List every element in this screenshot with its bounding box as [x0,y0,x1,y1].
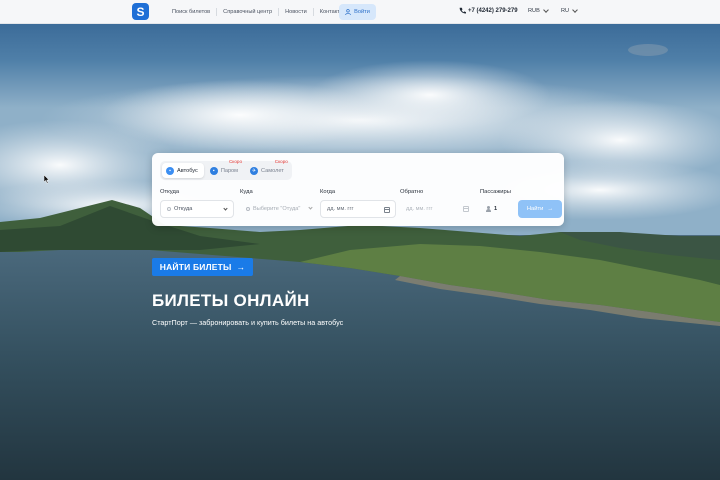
mouse-cursor-icon [44,175,50,184]
to-placeholder: Выберите "Отуда" [253,206,301,212]
language-value: RU [561,8,570,14]
main-nav: Поиск билетов Справочный центр Новости К… [166,0,350,24]
passengers-value: 1 [494,206,498,212]
phone-link[interactable]: +7 (4242) 279-279 [459,7,518,14]
search-fields: Откуда Куда Когда Обратно Пассажиры Отку… [160,189,562,218]
location-dot-icon [167,207,171,211]
location-dot-icon [246,207,250,211]
currency-select[interactable]: RUB [528,7,549,14]
return-label: Обратно [400,189,424,195]
ticket-search-form: ▪ Автобус ▪ Паром Скоро ✈ Самолет Скоро … [152,153,564,226]
language-select[interactable]: RU [561,7,578,14]
to-select[interactable]: Выберите "Отуда" [240,200,316,218]
find-label: Найти [526,206,544,212]
phone-icon [459,7,466,14]
find-tickets-button[interactable]: НАЙТИ БИЛЕТЫ → [152,258,253,276]
hero-background-image [0,0,720,480]
plane-icon: ✈ [250,166,259,175]
to-label: Куда [240,189,253,195]
phone-number: +7 (4242) 279-279 [468,7,518,14]
hero-subtitle: СтартПорт — забронировать и купить билет… [152,318,344,327]
top-header: S Поиск билетов Справочный центр Новости… [0,0,720,24]
tab-bus-label: Автобус [177,167,198,174]
transport-mode-tabs: ▪ Автобус ▪ Паром Скоро ✈ Самолет Скоро [160,159,292,180]
passengers-input[interactable]: 1 [480,200,514,218]
when-label: Когда [320,189,336,195]
nav-item-news[interactable]: Новости [278,8,313,16]
bus-icon: ▪ [166,166,174,175]
calendar-icon[interactable] [384,207,390,213]
login-label: Войти [354,9,370,15]
login-button[interactable]: Войти [339,4,376,20]
find-button[interactable]: Найти → [518,200,562,218]
site-logo[interactable]: S [132,3,149,20]
tab-ferry[interactable]: ▪ Паром Скоро [206,159,244,178]
soon-badge: Скоро [274,159,288,164]
departure-date-input[interactable]: дд. мм. ггг [320,200,396,218]
chevron-down-icon [223,206,228,211]
return-date-input[interactable]: дд. мм. ггг [400,200,474,218]
user-icon [345,9,351,15]
person-icon [486,206,491,212]
return-placeholder: дд. мм. ггг [406,206,433,212]
arrow-right-icon: → [547,206,554,212]
tab-bus[interactable]: ▪ Автобус [162,163,204,178]
ferry-icon: ▪ [209,166,218,175]
chevron-down-icon [542,7,549,13]
chevron-down-icon [308,205,313,210]
soon-badge: Скоро [228,159,243,164]
when-placeholder: дд. мм. ггг [327,206,354,212]
tab-plane[interactable]: ✈ Самолет Скоро [246,159,290,178]
from-value: Откуда [174,206,193,212]
tab-plane-label: Самолет [261,167,284,174]
from-label: Откуда [160,189,180,195]
nav-item-search-tickets[interactable]: Поиск билетов [166,8,216,16]
tab-ferry-label: Паром [220,167,239,174]
hero-title: БИЛЕТЫ ОНЛАЙН [152,291,310,310]
calendar-icon[interactable] [463,206,469,212]
nav-item-help-center[interactable]: Справочный центр [216,8,278,16]
passengers-label: Пассажиры [480,189,511,195]
chevron-down-icon [572,7,578,13]
from-select[interactable]: Откуда [160,200,234,218]
currency-value: RUB [528,8,540,14]
arrow-right-icon: → [236,262,246,272]
find-tickets-label: НАЙТИ БИЛЕТЫ [159,262,232,272]
